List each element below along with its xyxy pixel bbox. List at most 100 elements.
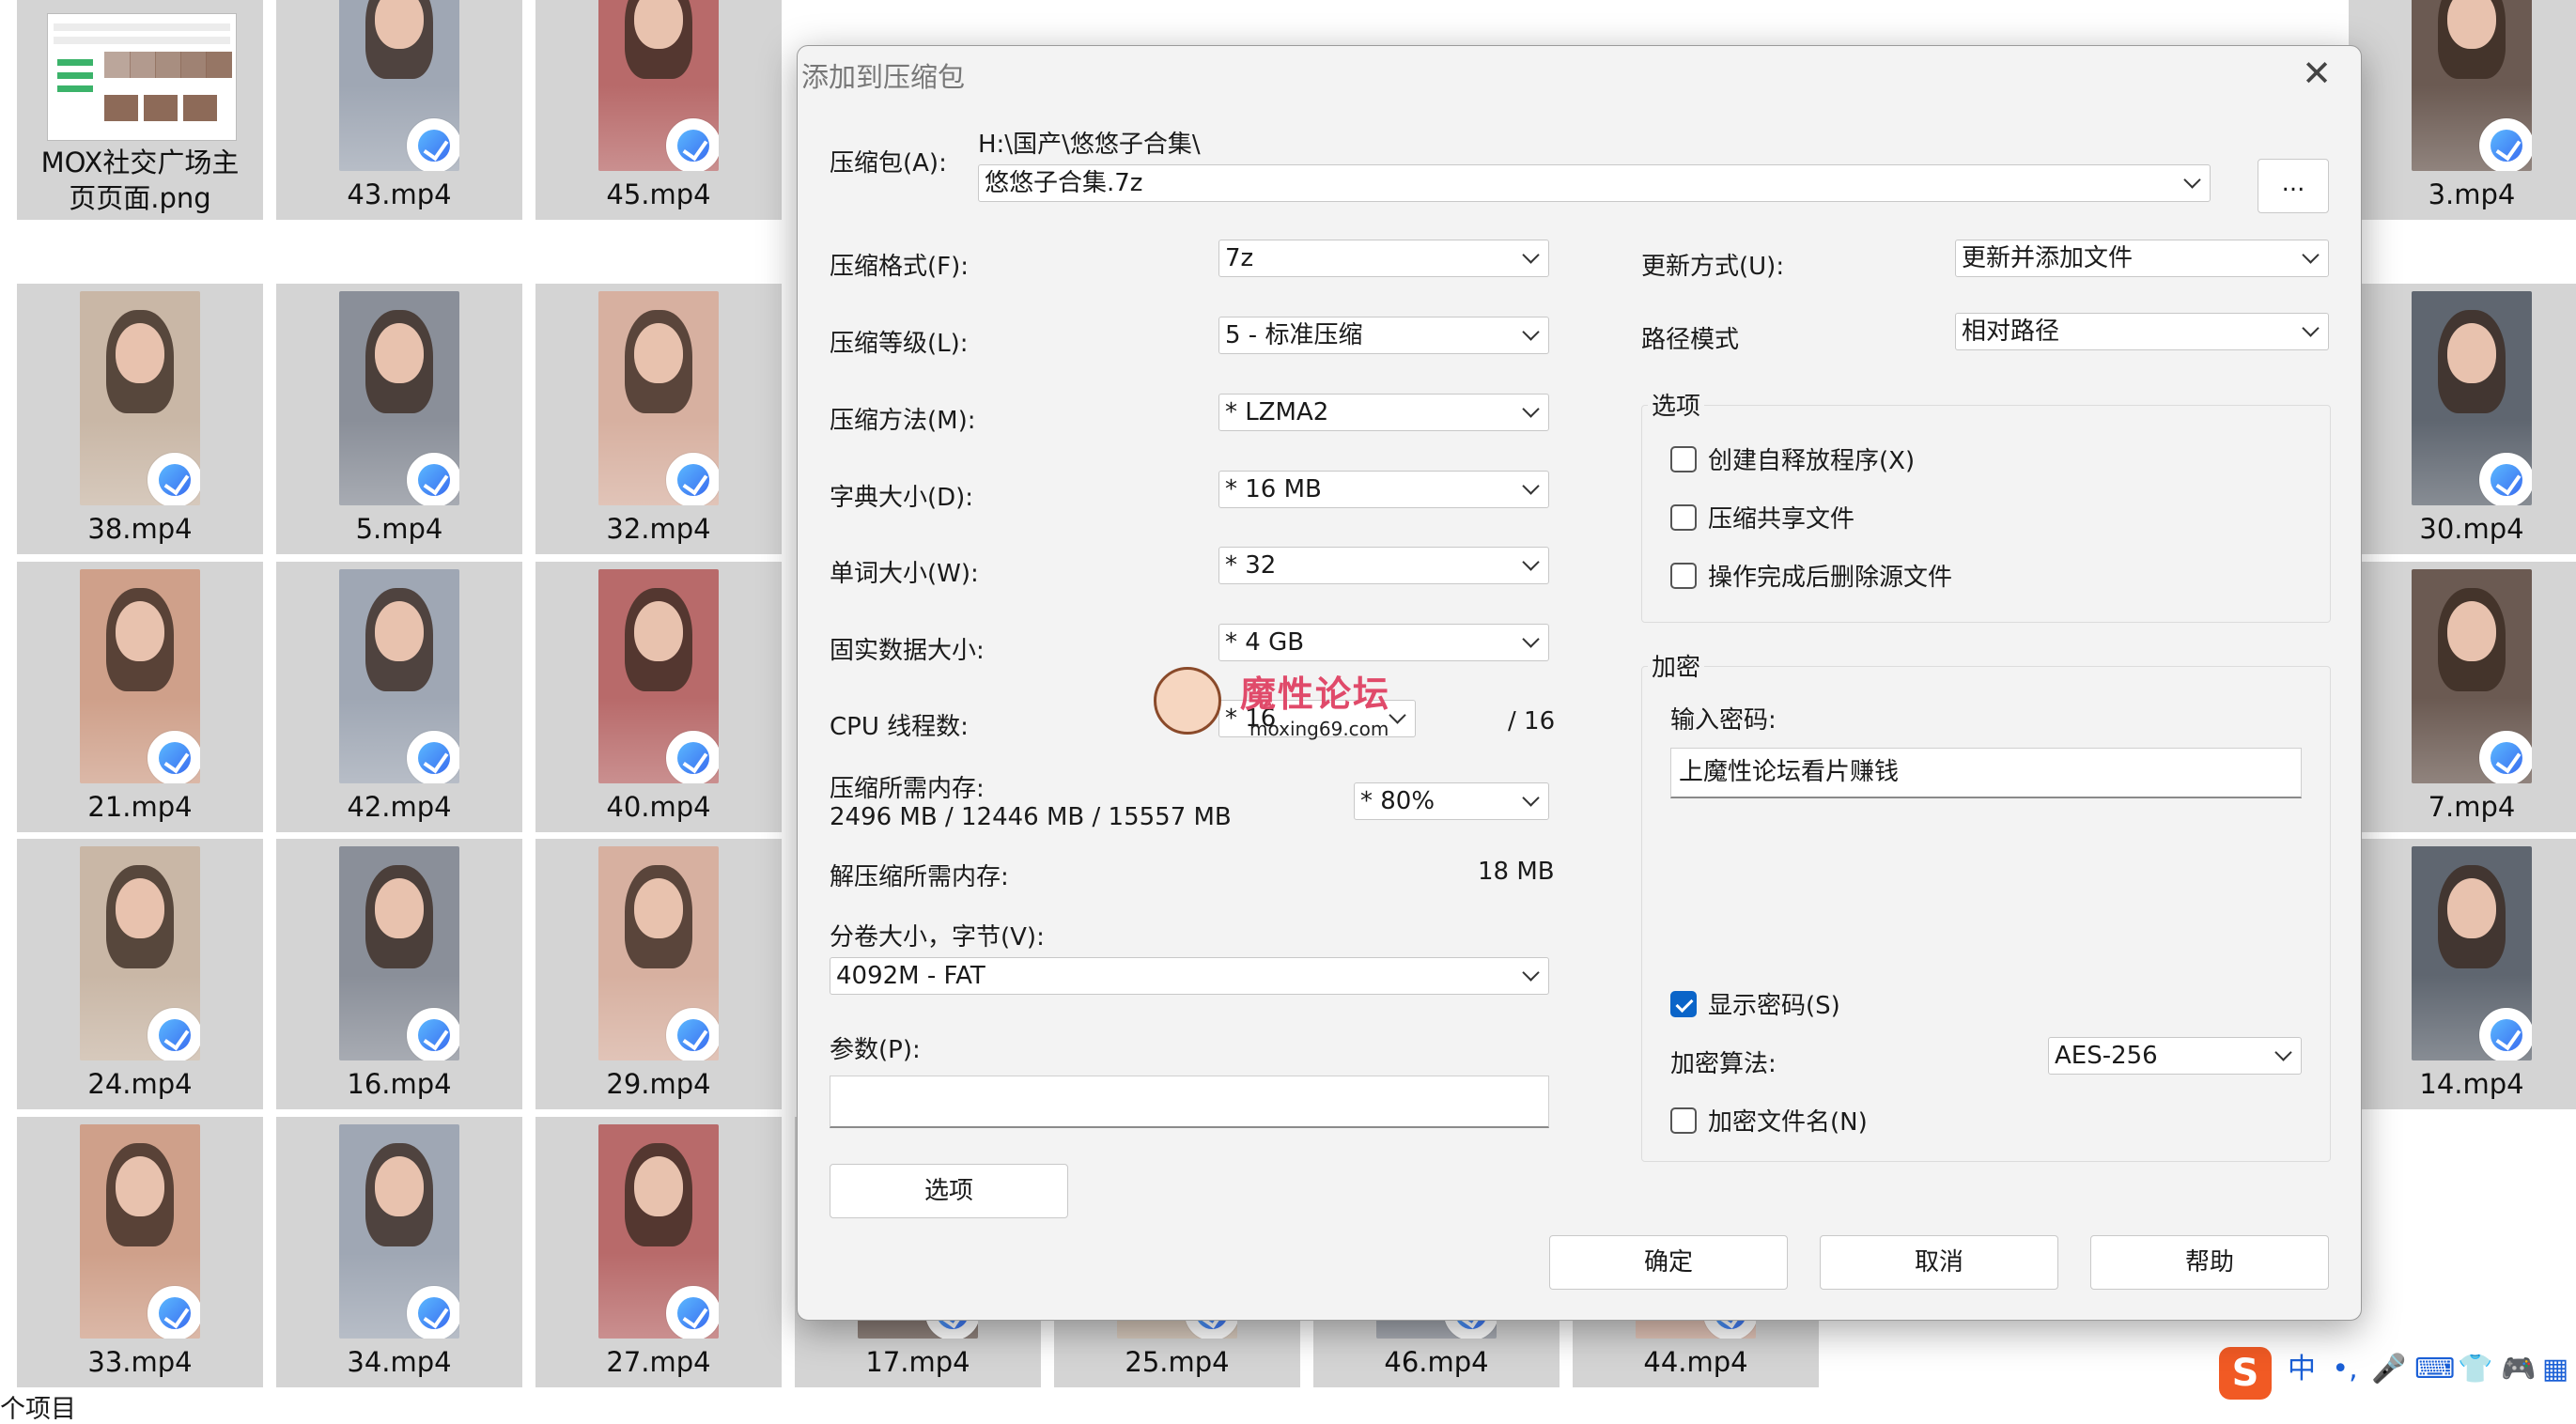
file-tile[interactable]: 32.mp4 [535, 284, 782, 554]
create-sfx-checkbox[interactable]: 创建自释放程序(X) [1670, 441, 1915, 476]
keyboard-icon[interactable]: ⌨ [2414, 1353, 2455, 1386]
file-tile[interactable]: 7.mp4 [2349, 562, 2576, 832]
gamepad-icon[interactable]: 🎮 [2501, 1353, 2536, 1386]
video-thumbnail [598, 846, 719, 1060]
file-tile[interactable]: 33.mp4 [17, 1117, 263, 1387]
grid-icon[interactable]: ▦ [2538, 1353, 2572, 1386]
dialog-title: 添加到压缩包 [801, 61, 966, 93]
options-button[interactable]: 选项 [830, 1164, 1068, 1218]
memory-percent-select[interactable]: * 80% [1354, 782, 1549, 820]
video-thumbnail [80, 846, 200, 1060]
file-name: 17.mp4 [865, 1346, 970, 1378]
dict-label: 字典大小(D): [830, 484, 974, 512]
video-thumbnail [598, 291, 719, 505]
file-tile[interactable]: 16.mp4 [276, 839, 522, 1109]
chevron-down-icon [1522, 400, 1540, 418]
chevron-down-icon [2302, 246, 2320, 264]
help-button[interactable]: 帮助 [2090, 1235, 2329, 1290]
file-tile[interactable]: 43.mp4 [276, 0, 522, 220]
show-password-checkbox[interactable]: 显示密码(S) [1670, 986, 1840, 1021]
browse-button[interactable]: ... [2258, 159, 2329, 213]
options-group-title: 选项 [1648, 387, 1705, 422]
file-tile[interactable]: 3.mp4 [2349, 0, 2576, 220]
file-name: 5.mp4 [355, 513, 443, 545]
shirt-icon[interactable]: 👕 [2458, 1353, 2492, 1386]
forum-watermark: 魔性论坛 moxing69.com [1154, 663, 1417, 757]
level-value: 5 - 标准压缩 [1225, 321, 1363, 349]
video-player-icon [2479, 731, 2532, 783]
encrypt-filenames-label: 加密文件名(N) [1708, 1108, 1868, 1137]
dict-value: * 16 MB [1225, 475, 1322, 503]
file-tile[interactable]: 14.mp4 [2349, 839, 2576, 1109]
file-tile[interactable]: 21.mp4 [17, 562, 263, 832]
file-tile[interactable]: 5.mp4 [276, 284, 522, 554]
compress-shared-checkbox[interactable]: 压缩共享文件 [1670, 500, 1854, 534]
file-tile[interactable]: 42.mp4 [276, 562, 522, 832]
update-mode-select[interactable]: 更新并添加文件 [1955, 240, 2329, 277]
figure-head [634, 878, 683, 938]
video-player-icon [666, 1008, 719, 1060]
format-value: 7z [1225, 244, 1254, 272]
delete-after-checkbox[interactable]: 操作完成后删除源文件 [1670, 558, 1952, 593]
chevron-down-icon [1522, 789, 1540, 807]
format-select[interactable]: 7z [1218, 240, 1549, 277]
word-value: * 32 [1225, 551, 1277, 580]
encryption-group: 加密 输入密码: 上魔性论坛看片赚钱 显示密码(S) 加密算法: AES-256… [1641, 648, 2331, 1162]
video-thumbnail [80, 569, 200, 783]
password-input[interactable]: 上魔性论坛看片赚钱 [1670, 748, 2302, 798]
chevron-down-icon [1522, 630, 1540, 648]
file-tile[interactable]: 38.mp4 [17, 284, 263, 554]
video-thumbnail [80, 291, 200, 505]
figure-head [116, 878, 164, 938]
level-select[interactable]: 5 - 标准压缩 [1218, 317, 1549, 354]
method-select[interactable]: * LZMA2 [1218, 394, 1549, 431]
ok-button[interactable]: 确定 [1549, 1235, 1788, 1290]
encryption-method-select[interactable]: AES-256 [2048, 1037, 2302, 1075]
archive-name-combo[interactable]: 悠悠子合集.7z [978, 164, 2211, 202]
video-player-icon [407, 1008, 459, 1060]
ime-punctuation-toggle[interactable]: •, [2328, 1353, 2362, 1386]
file-tile[interactable]: 45.mp4 [535, 0, 782, 220]
file-tile[interactable]: 34.mp4 [276, 1117, 522, 1387]
volume-select[interactable]: 4092M - FAT [830, 957, 1549, 995]
chevron-down-icon [1522, 246, 1540, 264]
decompress-memory-value: 18 MB [1478, 858, 1555, 886]
dict-select[interactable]: * 16 MB [1218, 471, 1549, 508]
sogou-logo-icon[interactable]: S [2219, 1347, 2272, 1400]
path-mode-select[interactable]: 相对路径 [1955, 313, 2329, 350]
mic-icon[interactable]: 🎤 [2371, 1353, 2406, 1386]
ime-language-toggle[interactable]: 中 [2285, 1353, 2319, 1386]
word-select[interactable]: * 32 [1218, 547, 1549, 584]
method-value: * LZMA2 [1225, 398, 1329, 426]
encrypt-filenames-checkbox[interactable]: 加密文件名(N) [1670, 1103, 1868, 1138]
ime-toolbar: S 中 •, 🎤 ⌨ 👕 🎮 ▦ [2213, 1343, 2576, 1400]
figure-head [634, 323, 683, 383]
checkbox-box [1670, 445, 1697, 472]
params-input[interactable] [830, 1076, 1549, 1128]
solid-label: 固实数据大小: [830, 637, 985, 665]
chevron-down-icon [1522, 553, 1540, 571]
file-tile[interactable]: MOX社交广场主 页页面.png [17, 0, 263, 220]
figure-head [116, 323, 164, 383]
file-name: 43.mp4 [347, 178, 452, 210]
cancel-button[interactable]: 取消 [1820, 1235, 2058, 1290]
file-tile[interactable]: 40.mp4 [535, 562, 782, 832]
file-name: 27.mp4 [606, 1346, 711, 1378]
file-tile[interactable]: 30.mp4 [2349, 284, 2576, 554]
file-tile[interactable]: 24.mp4 [17, 839, 263, 1109]
compress-shared-label: 压缩共享文件 [1708, 505, 1855, 534]
chevron-down-icon [2183, 171, 2201, 189]
create-sfx-label: 创建自释放程序(X) [1708, 447, 1916, 475]
figure-head [375, 601, 424, 661]
solid-select[interactable]: * 4 GB [1218, 624, 1549, 661]
checkbox-box [1670, 562, 1697, 589]
figure-head [2447, 601, 2496, 661]
file-name: MOX社交广场主 页页面.png [40, 147, 240, 214]
figure-head [634, 1156, 683, 1216]
close-icon[interactable]: ✕ [2295, 52, 2338, 95]
file-tile[interactable]: 29.mp4 [535, 839, 782, 1109]
encryption-group-title: 加密 [1648, 648, 1705, 683]
file-tile[interactable]: 27.mp4 [535, 1117, 782, 1387]
video-thumbnail [339, 0, 459, 171]
video-player-icon [666, 118, 719, 171]
